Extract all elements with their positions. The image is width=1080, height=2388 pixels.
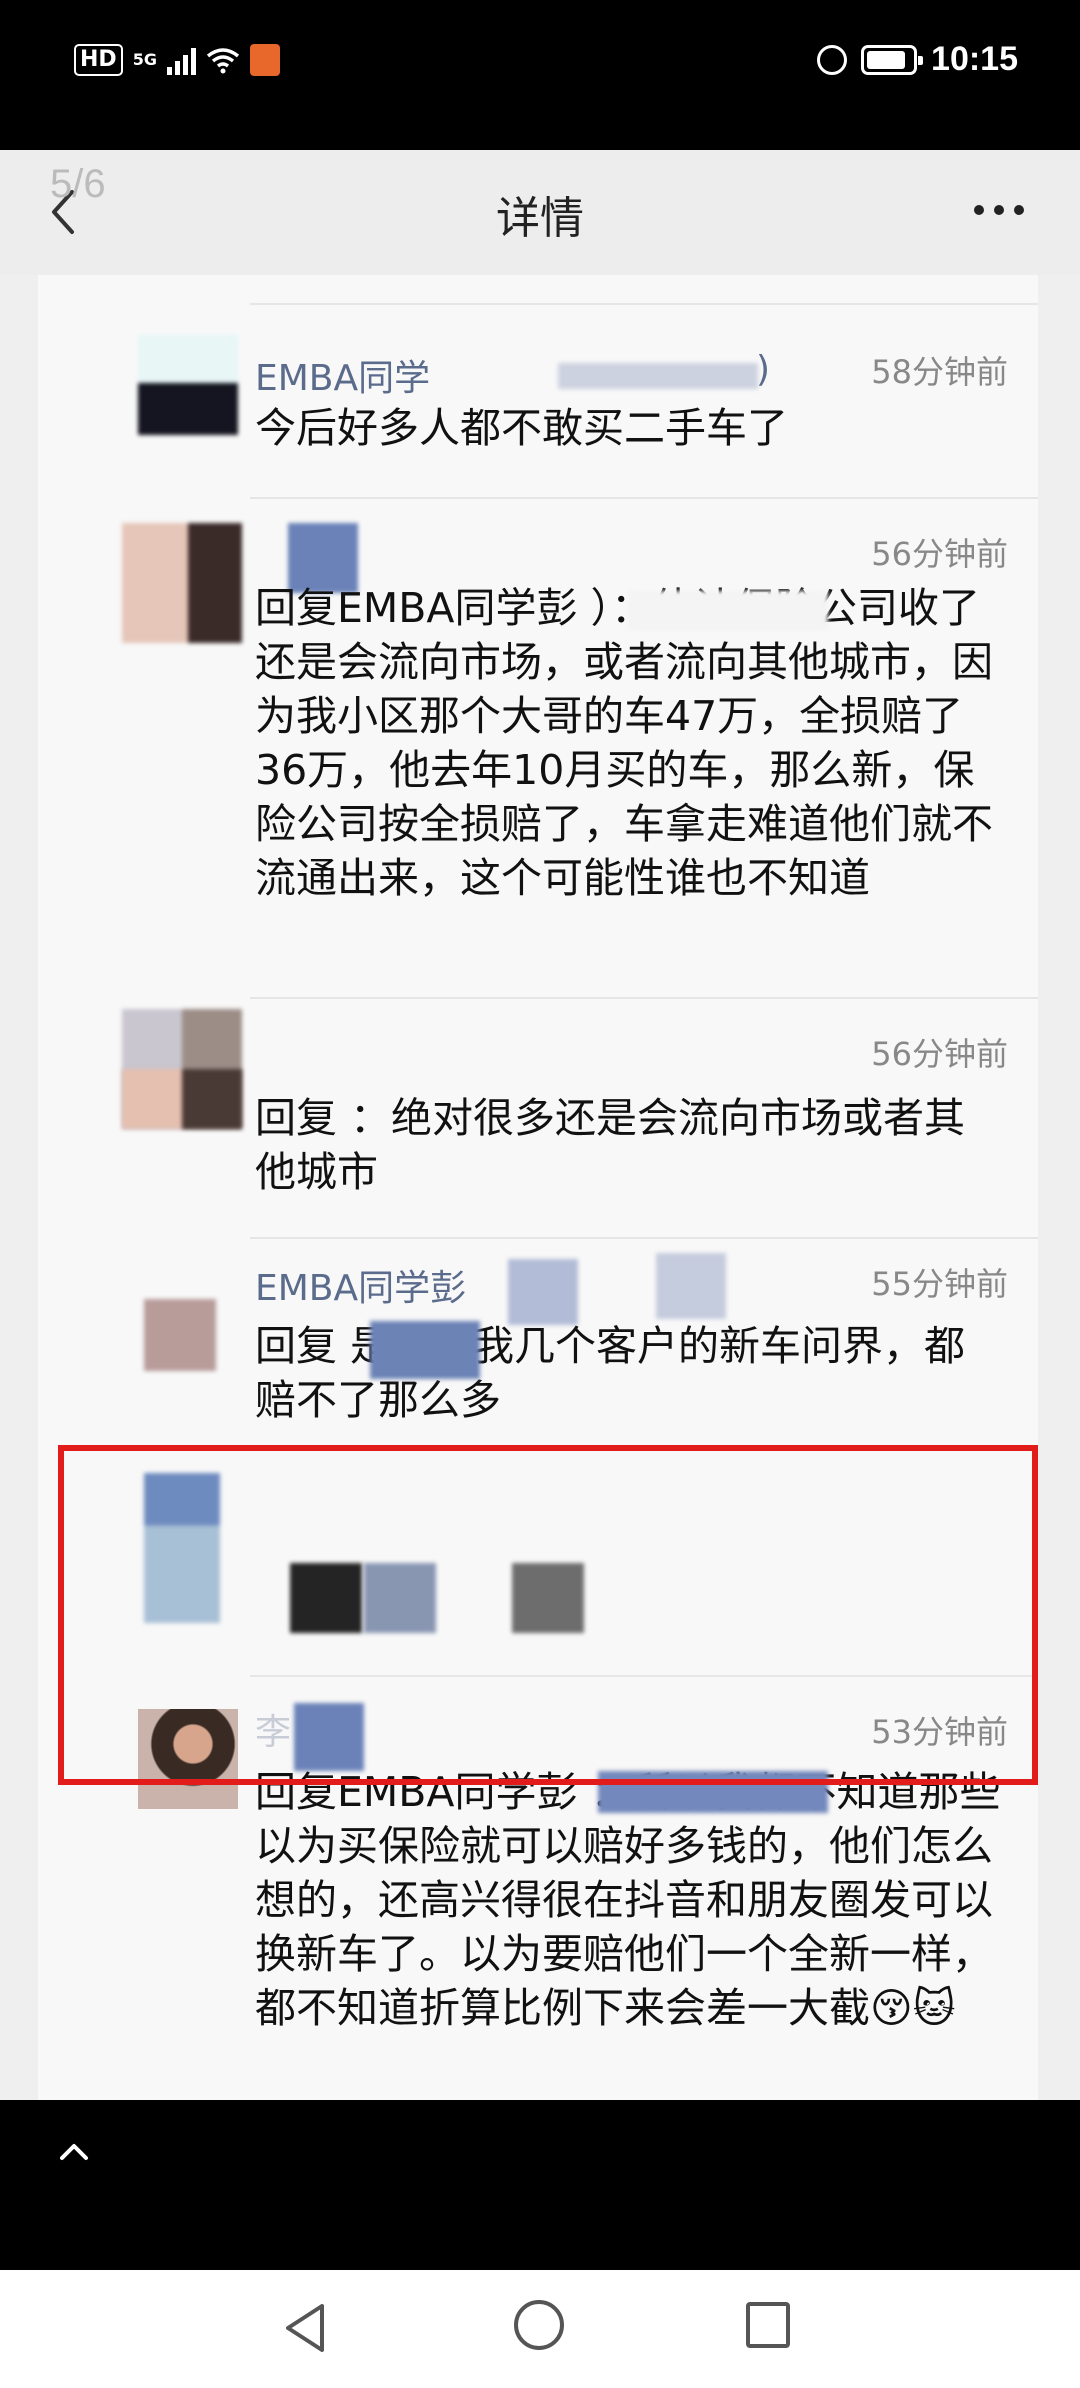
avatar	[144, 1299, 216, 1371]
comment-author: EMBA同学	[255, 358, 431, 399]
comment-time: 55分钟前	[871, 1265, 1008, 1303]
comment-card: EMBA同学 ) 58分钟前 今后好多人都不敢买二手车了 56分钟前 回复EMB…	[38, 275, 1038, 2100]
comment-item[interactable]: EMBA同学彭 55分钟前 回复 是的，我几个客户的新车问界，都赔不了那么多	[38, 1239, 1038, 1439]
comment-item[interactable]: 56分钟前 回复 ：绝对很多还是会流向市场或者其他城市	[38, 999, 1038, 1196]
nav-recents-icon[interactable]	[746, 2302, 790, 2348]
battery-icon	[861, 44, 924, 75]
redacted-name	[558, 363, 758, 389]
nav-back-icon[interactable]	[282, 2302, 328, 2354]
redacted-name	[656, 1253, 726, 1319]
status-left: HD 5G	[74, 44, 280, 76]
redacted-name	[628, 591, 828, 631]
comment-author: EMBA同学彭	[255, 1268, 467, 1309]
network-type: 5G	[132, 50, 157, 69]
comment-text: 回复 ：绝对很多还是会流向市场或者其他城市	[255, 1094, 966, 1196]
hd-badge: HD	[74, 44, 123, 76]
wifi-icon	[206, 48, 240, 74]
status-right: 10:15	[817, 40, 1018, 79]
more-dots-icon[interactable]	[974, 205, 1024, 215]
top-app-bar: 5/6 详情	[0, 150, 1080, 275]
highlight-box	[58, 1445, 1038, 1785]
page-title: 详情	[496, 193, 584, 244]
redacted-name	[370, 1321, 480, 1379]
comment-time: 56分钟前	[871, 535, 1008, 573]
status-bar: HD 5G 10:15	[0, 0, 1080, 150]
avatar	[122, 523, 242, 643]
comment-author-suffix: )	[756, 349, 771, 390]
avatar	[138, 335, 238, 435]
comment-time: 56分钟前	[871, 1035, 1008, 1073]
nav-home-icon[interactable]	[514, 2300, 564, 2350]
notification-app-icon	[249, 44, 280, 76]
comment-text: 今后好多人都不敢买二手车了	[255, 404, 788, 452]
alarm-icon	[817, 44, 848, 75]
clock: 10:15	[931, 40, 1018, 78]
comment-text: 回复 是的，我几个客户的新车问界，都赔不了那么多	[255, 1322, 966, 1424]
chevron-up-icon[interactable]	[56, 2134, 92, 2170]
system-nav-bar	[0, 2270, 1080, 2388]
bottom-bar	[0, 2100, 1080, 2270]
avatar-lower	[122, 1069, 242, 1129]
signal-icon	[166, 45, 196, 75]
comment-time: 58分钟前	[871, 353, 1008, 391]
comment-item[interactable]: 56分钟前 回复EMBA同学彭 ）：估计保险公司收了还是会流向市场，或者流向其他…	[38, 499, 1038, 969]
redacted-name	[508, 1259, 578, 1325]
comment-item[interactable]: EMBA同学 ) 58分钟前 今后好多人都不敢买二手车了	[38, 305, 1038, 463]
comment-list[interactable]: EMBA同学 ) 58分钟前 今后好多人都不敢买二手车了 56分钟前 回复EMB…	[0, 275, 1080, 2100]
